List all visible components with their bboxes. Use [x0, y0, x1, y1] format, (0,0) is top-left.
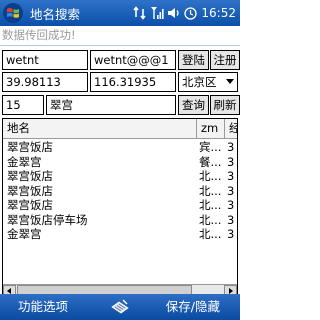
list-item[interactable]: 金翠宫 餐... 3	[3, 155, 237, 170]
list-item-zm: 北...	[199, 212, 222, 227]
speaker-icon[interactable]	[167, 6, 181, 20]
district-select-value: 北京区	[182, 75, 217, 89]
list-item-zm: 北...	[199, 169, 222, 183]
list-header: 地名 zm 经	[3, 119, 237, 139]
list-item[interactable]: 金翠宫 北... 3	[3, 227, 237, 242]
column-header-zm[interactable]: zm	[197, 119, 225, 138]
result-count-field[interactable]: 15	[2, 95, 44, 115]
save-hide-button[interactable]: 保存/隐藏	[166, 294, 220, 320]
list-item-longitude: 3	[227, 227, 235, 241]
list-item-name: 翠宫饭店	[7, 140, 53, 154]
list-rows: 翠宫饭店 宾... 3 金翠宫 餐... 3 翠宫饭店 北... 3 翠宫饭店 …	[3, 140, 237, 242]
sync-arrows-icon[interactable]	[133, 6, 147, 20]
username-field[interactable]: wetnt	[2, 50, 88, 70]
district-select[interactable]: 北京区	[178, 72, 238, 92]
chevron-down-icon	[226, 79, 234, 84]
longitude-field[interactable]: 116.31935	[90, 72, 176, 92]
list-item[interactable]: 翠宫饭店 北... 3	[3, 198, 237, 213]
list-item-zm: 北...	[199, 198, 222, 212]
password-field[interactable]: wetnt@@@1	[90, 50, 176, 70]
list-item[interactable]: 翠宫饭店 北... 3	[3, 169, 237, 184]
title-bar: 地名搜索 16:52	[0, 0, 240, 26]
app-title: 地名搜索	[30, 6, 81, 22]
list-item-longitude: 3	[227, 140, 235, 154]
login-button[interactable]: 登陆	[178, 50, 209, 70]
keyword-field[interactable]: 翠宫	[46, 95, 176, 115]
clock-icon[interactable]	[184, 6, 198, 20]
soft-key-bar: 功能选项 保存/隐藏	[0, 294, 240, 320]
list-item-name: 翠宫饭店	[7, 198, 53, 212]
list-item-zm: 宾...	[199, 140, 222, 154]
list-item-name: 翠宫饭店	[7, 169, 53, 183]
latitude-field[interactable]: 39.98113	[2, 72, 88, 92]
list-item-name: 翠宫饭店停车场	[7, 212, 88, 227]
query-button[interactable]: 查询	[178, 95, 209, 115]
list-item-longitude: 3	[227, 183, 235, 198]
list-item-zm: 北...	[199, 227, 222, 241]
list-item[interactable]: 翠宫饭店 宾... 3	[3, 140, 237, 155]
list-item-name: 金翠宫	[7, 154, 42, 169]
list-item-zm: 北...	[199, 183, 222, 198]
list-item-name: 金翠宫	[7, 227, 42, 241]
status-message: 数据传回成功!	[0, 26, 240, 46]
windows-flag-icon[interactable]	[2, 2, 24, 24]
clock-time[interactable]: 16:52	[201, 6, 236, 20]
results-list[interactable]: 地名 zm 经 翠宫饭店 宾... 3 金翠宫 餐... 3 翠宫饭店 北...…	[2, 118, 238, 298]
options-menu-button[interactable]: 功能选项	[18, 294, 68, 320]
list-item-name: 翠宫饭店	[7, 183, 53, 198]
list-item-longitude: 3	[227, 169, 235, 183]
register-button[interactable]: 注册	[210, 50, 240, 70]
list-item-longitude: 3	[227, 198, 235, 212]
list-item-zm: 餐...	[199, 154, 222, 169]
column-header-name[interactable]: 地名	[3, 119, 197, 138]
keyboard-input-icon[interactable]	[109, 298, 131, 316]
list-item-longitude: 3	[227, 154, 235, 169]
list-item-longitude: 3	[227, 212, 235, 227]
signal-strength-icon[interactable]	[150, 6, 165, 20]
column-header-longitude[interactable]: 经	[225, 119, 237, 138]
list-item[interactable]: 翠宫饭店 北... 3	[3, 184, 237, 199]
list-item[interactable]: 翠宫饭店停车场 北... 3	[3, 213, 237, 228]
refresh-button[interactable]: 刷新	[210, 95, 240, 115]
